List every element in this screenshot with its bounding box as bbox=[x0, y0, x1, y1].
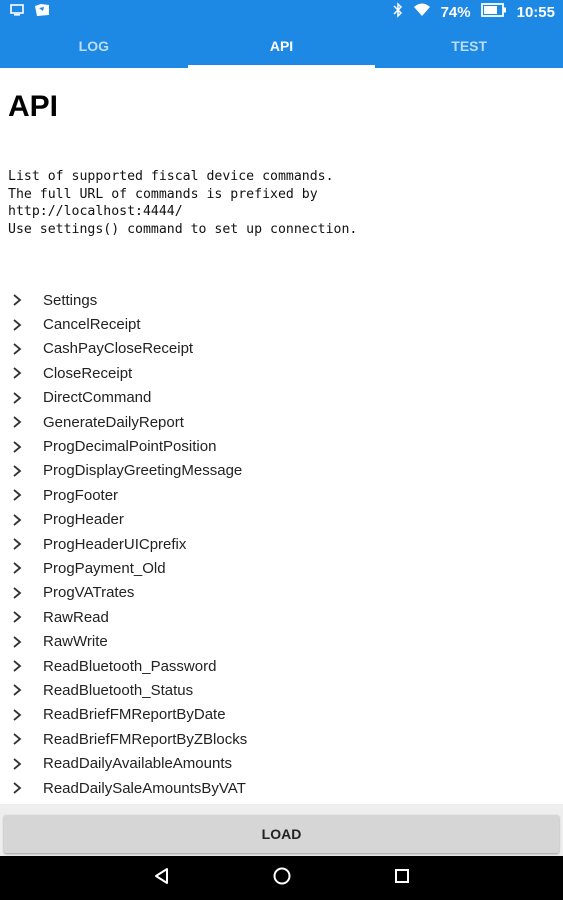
back-icon bbox=[153, 867, 171, 890]
command-item[interactable]: ProgHeader bbox=[0, 508, 563, 532]
command-item[interactable]: DirectCommand bbox=[0, 386, 563, 410]
load-button[interactable]: LOAD bbox=[4, 815, 559, 853]
command-label: CloseReceipt bbox=[43, 364, 133, 382]
chevron-right-icon bbox=[0, 514, 43, 526]
chevron-right-icon bbox=[0, 684, 43, 697]
footer: LOAD bbox=[0, 804, 563, 856]
chevron-right-icon bbox=[0, 440, 43, 453]
command-label: ProgFooter bbox=[43, 486, 119, 504]
notification-icons bbox=[10, 3, 50, 22]
command-label: ReadBriefFMReportByDate bbox=[43, 706, 226, 724]
command-item[interactable]: RawRead bbox=[0, 605, 563, 629]
command-item[interactable]: ProgHeaderUICprefix bbox=[0, 532, 563, 556]
tab-test[interactable]: TEST bbox=[375, 24, 563, 68]
home-button[interactable] bbox=[222, 856, 342, 900]
command-item[interactable]: ReadDailyAvailableAmounts bbox=[0, 751, 563, 775]
battery-percent: 74% bbox=[440, 3, 471, 21]
command-label: CashPayCloseReceipt bbox=[43, 340, 194, 358]
command-label: ProgHeaderUICprefix bbox=[43, 535, 187, 553]
command-item[interactable]: RawWrite bbox=[0, 629, 563, 653]
bluetooth-icon bbox=[393, 1, 403, 23]
command-label: ProgPayment_Old bbox=[43, 559, 166, 577]
home-icon bbox=[272, 866, 292, 891]
system-icons: 74% 10:55 bbox=[393, 1, 555, 23]
command-item[interactable]: ReadBluetooth_Password bbox=[0, 654, 563, 678]
chevron-right-icon bbox=[0, 587, 43, 599]
command-item[interactable]: CashPayCloseReceipt bbox=[0, 337, 563, 361]
command-label: ProgDecimalPointPosition bbox=[43, 438, 217, 456]
command-label: DirectCommand bbox=[43, 389, 152, 407]
chevron-right-icon bbox=[0, 343, 43, 355]
chevron-right-icon bbox=[0, 318, 43, 331]
chevron-right-icon bbox=[0, 489, 43, 502]
page-title: API bbox=[8, 90, 59, 123]
command-item[interactable]: ProgDecimalPointPosition bbox=[0, 434, 563, 458]
command-label: GenerateDailyReport bbox=[43, 413, 184, 431]
chevron-right-icon bbox=[0, 416, 43, 428]
status-bar: 74% 10:55 bbox=[0, 0, 563, 24]
app-notification-icon bbox=[34, 3, 50, 22]
chevron-right-icon bbox=[0, 660, 43, 672]
command-item[interactable]: ProgPayment_Old bbox=[0, 556, 563, 580]
command-label: RawRead bbox=[43, 608, 109, 626]
clock: 10:55 bbox=[516, 3, 555, 21]
chevron-right-icon bbox=[0, 562, 43, 575]
back-button[interactable] bbox=[102, 856, 222, 900]
tab-api[interactable]: API bbox=[187, 24, 376, 68]
tab-bar: LOG API TEST bbox=[0, 24, 563, 68]
command-label: ReadBluetooth_Password bbox=[43, 657, 217, 675]
command-label: ProgDisplayGreetingMessage bbox=[43, 462, 243, 480]
command-label: RawWrite bbox=[43, 633, 108, 651]
command-label: ReadDailySaleAmountsByVAT bbox=[43, 779, 246, 797]
navigation-bar bbox=[0, 856, 563, 900]
api-content[interactable]: API List of supported fiscal device comm… bbox=[0, 68, 563, 804]
command-label: ReadBluetooth_Status bbox=[43, 681, 194, 699]
command-item[interactable]: Settings bbox=[0, 288, 563, 312]
screen-notification-icon bbox=[10, 3, 24, 21]
command-item[interactable]: ProgFooter bbox=[0, 483, 563, 507]
command-label: Settings bbox=[43, 291, 98, 309]
chevron-right-icon bbox=[0, 294, 43, 306]
command-item[interactable]: ReadBriefFMReportByDate bbox=[0, 703, 563, 727]
command-label: ProgHeader bbox=[43, 511, 124, 529]
command-label: ReadBriefFMReportByZBlocks bbox=[43, 730, 248, 748]
description-line: Use settings() command to set up connect… bbox=[8, 222, 358, 238]
command-label: ReadDailyAvailableAmounts bbox=[43, 755, 232, 773]
command-item[interactable]: CloseReceipt bbox=[0, 361, 563, 385]
wifi-icon bbox=[413, 3, 431, 22]
recents-icon bbox=[393, 867, 411, 890]
chevron-right-icon bbox=[0, 757, 43, 770]
chevron-right-icon bbox=[0, 709, 43, 721]
command-item[interactable]: ReadBluetooth_Status bbox=[0, 678, 563, 702]
chevron-right-icon bbox=[0, 782, 43, 794]
description-line: http://localhost:4444/ bbox=[8, 204, 183, 220]
command-item[interactable]: CancelReceipt bbox=[0, 312, 563, 336]
command-item[interactable]: GenerateDailyReport bbox=[0, 410, 563, 434]
description-line: List of supported fiscal device commands… bbox=[8, 169, 334, 184]
command-item[interactable]: ReadBriefFMReportByZBlocks bbox=[0, 727, 563, 751]
chevron-right-icon bbox=[0, 635, 43, 648]
chevron-right-icon bbox=[0, 465, 43, 477]
tab-log[interactable]: LOG bbox=[0, 24, 188, 68]
command-item[interactable]: ReadDailySaleAmountsByVAT bbox=[0, 776, 563, 800]
chevron-right-icon bbox=[0, 611, 43, 623]
chevron-right-icon bbox=[0, 538, 43, 550]
command-list: Settings CancelReceipt CashPayCloseReceipt… bbox=[0, 288, 563, 800]
command-label: CancelReceipt bbox=[43, 316, 141, 334]
battery-icon bbox=[480, 2, 507, 22]
command-item[interactable]: ProgVATrates bbox=[0, 581, 563, 605]
chevron-right-icon bbox=[0, 733, 43, 745]
command-label: ProgVATrates bbox=[43, 584, 135, 602]
recents-button[interactable] bbox=[342, 856, 462, 900]
chevron-right-icon bbox=[0, 367, 43, 380]
description-line: The full URL of commands is prefixed by bbox=[8, 186, 318, 202]
chevron-right-icon bbox=[0, 392, 43, 404]
command-item[interactable]: ProgDisplayGreetingMessage bbox=[0, 459, 563, 483]
api-description: List of supported fiscal device commands… bbox=[8, 168, 357, 239]
